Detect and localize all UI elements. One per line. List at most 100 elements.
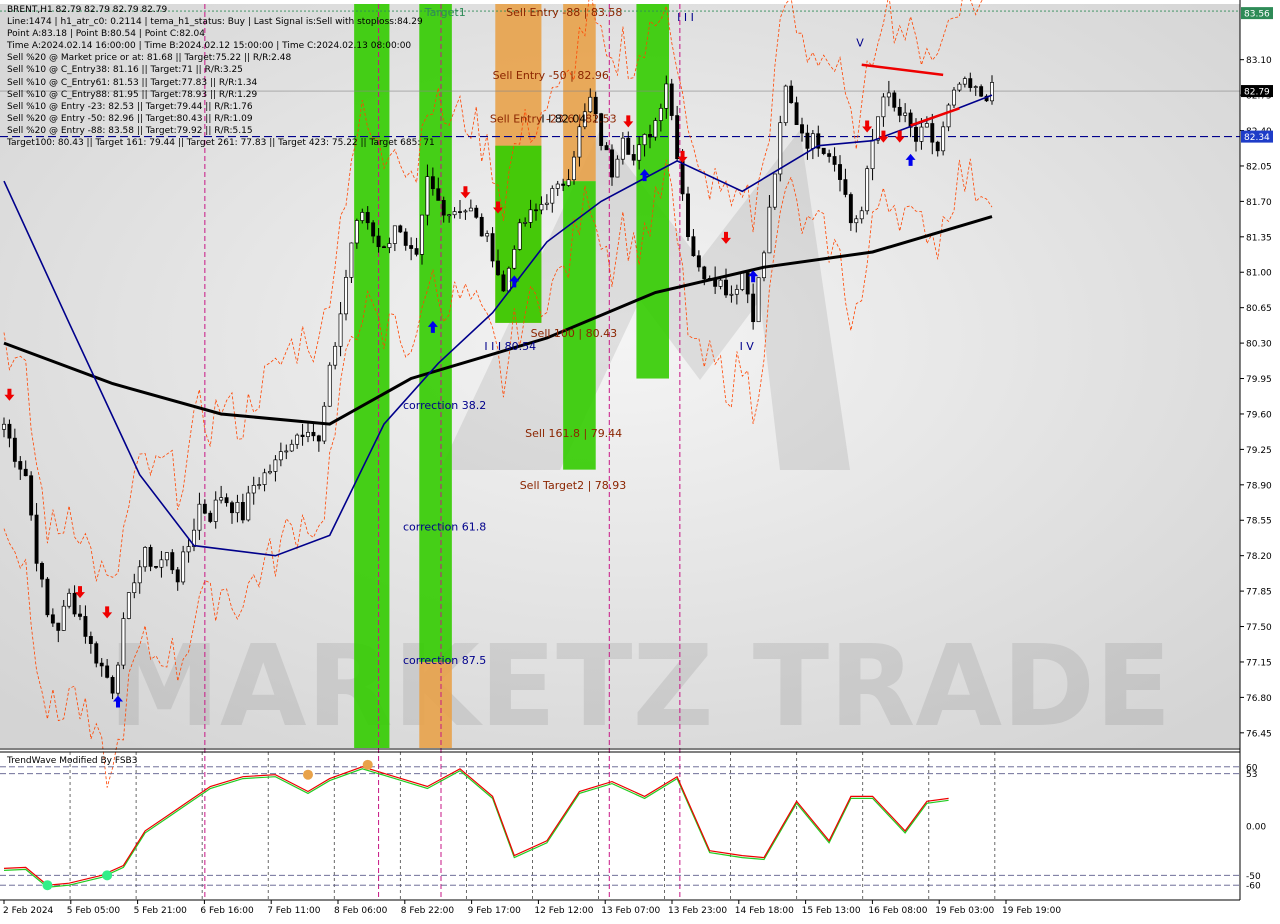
candle-body	[528, 209, 533, 223]
candle-body	[94, 643, 99, 664]
candle-body	[696, 255, 701, 268]
price-tick-label: 82.05	[1246, 162, 1272, 172]
candle-body	[240, 502, 245, 521]
candle-body	[588, 96, 593, 113]
osc-sell-dot	[303, 769, 313, 780]
candle-body	[202, 503, 207, 514]
candle-body	[327, 364, 332, 407]
candle-body	[772, 173, 777, 208]
candle-body	[724, 279, 728, 296]
candle-body	[886, 92, 891, 98]
chart-label: correction 38.2	[403, 399, 486, 412]
candle-body	[137, 566, 142, 584]
candle-body	[979, 86, 984, 97]
oscillator-title: TrendWave Modified By FSB3	[7, 756, 138, 766]
candle-body	[762, 252, 766, 279]
chart-label: Sell Entry -88 | 83.58	[506, 6, 622, 19]
price-tick-label: 80.30	[1246, 340, 1272, 350]
price-tick-label: 76.45	[1246, 729, 1272, 739]
candle-body	[686, 193, 690, 238]
candle-body	[664, 83, 669, 109]
candle-body	[170, 552, 175, 571]
time-tick-label: 12 Feb 12:00	[534, 906, 593, 916]
price-tick-label: 79.60	[1246, 410, 1272, 420]
candle-body	[12, 437, 17, 462]
candle-body	[561, 183, 566, 186]
candle-body	[72, 592, 77, 615]
candle-body	[262, 472, 267, 485]
time-tick-label: 15 Feb 13:00	[802, 906, 861, 916]
candle-body	[45, 578, 50, 616]
candle-body	[751, 293, 756, 323]
candle-body	[631, 154, 636, 161]
price-tick-label: 76.80	[1246, 694, 1272, 704]
candle-body	[550, 188, 555, 204]
candle-body	[642, 134, 647, 146]
candle-body	[50, 614, 55, 624]
candle-body	[2, 423, 6, 430]
candle-body	[159, 559, 164, 568]
candle-body	[479, 216, 484, 237]
chart-label: I I I	[677, 11, 694, 24]
candle-body	[316, 435, 321, 442]
time-tick-label: 8 Feb 06:00	[334, 906, 388, 916]
time-tick-label: 6 Feb 16:00	[200, 906, 254, 916]
candle-body	[306, 431, 310, 437]
time-tick-label: 14 Feb 18:00	[735, 906, 794, 916]
candle-body	[903, 112, 908, 116]
candle-body	[18, 461, 23, 470]
chart-label: correction 61.8	[403, 520, 486, 533]
osc-tick-label: -50	[1246, 872, 1261, 882]
price-tick-label: 83.10	[1246, 56, 1272, 66]
price-tick-label: 78.55	[1246, 517, 1272, 527]
candle-body	[300, 434, 305, 437]
candle-body	[344, 277, 348, 315]
candle-body	[230, 502, 234, 514]
candle-body	[892, 92, 897, 108]
candle-body	[555, 183, 560, 189]
candle-body	[859, 210, 864, 220]
chart-container: MARKETZ TRADE Target1 Sell Entry -88 | 83.…	[0, 0, 1280, 920]
candle-body	[181, 551, 186, 583]
candle-body	[273, 459, 278, 472]
candle-body	[213, 499, 218, 522]
candle-body	[620, 137, 625, 160]
candle-body	[311, 431, 316, 437]
candle-body	[110, 677, 115, 694]
chart-label: I V	[740, 340, 755, 353]
price-tick-label: 77.85	[1246, 588, 1272, 598]
blue-line-price-tag: 82.34	[1244, 133, 1270, 143]
candle-body	[430, 176, 435, 190]
candle-body	[648, 134, 652, 138]
candle-body	[376, 235, 381, 248]
candle-body	[420, 214, 424, 255]
candle-body	[740, 272, 745, 290]
candle-body	[496, 260, 500, 276]
candle-body	[88, 636, 93, 644]
candle-body	[952, 89, 956, 106]
candle-body	[870, 139, 875, 170]
candle-body	[333, 345, 338, 366]
candle-body	[29, 475, 34, 516]
candle-body	[121, 618, 126, 666]
candle-body	[126, 592, 131, 619]
chart-label: Target1	[424, 6, 466, 19]
candle-body	[392, 225, 397, 244]
candle-body	[593, 96, 598, 115]
price-tick-label: 80.65	[1246, 304, 1272, 314]
candle-body	[175, 569, 180, 583]
candle-body	[848, 194, 853, 224]
candle-body	[941, 126, 946, 152]
osc-buy-dot	[42, 880, 53, 891]
candle-body	[425, 176, 430, 216]
candle-body	[224, 497, 229, 504]
candle-body	[729, 293, 734, 296]
candle-body	[968, 78, 973, 88]
candle-body	[930, 123, 935, 143]
candle-body	[105, 665, 110, 678]
candle-body	[957, 83, 962, 91]
candle-body	[501, 274, 506, 292]
candle-body	[854, 218, 859, 224]
time-tick-label: 13 Feb 23:00	[668, 906, 727, 916]
candle-body	[354, 220, 359, 244]
